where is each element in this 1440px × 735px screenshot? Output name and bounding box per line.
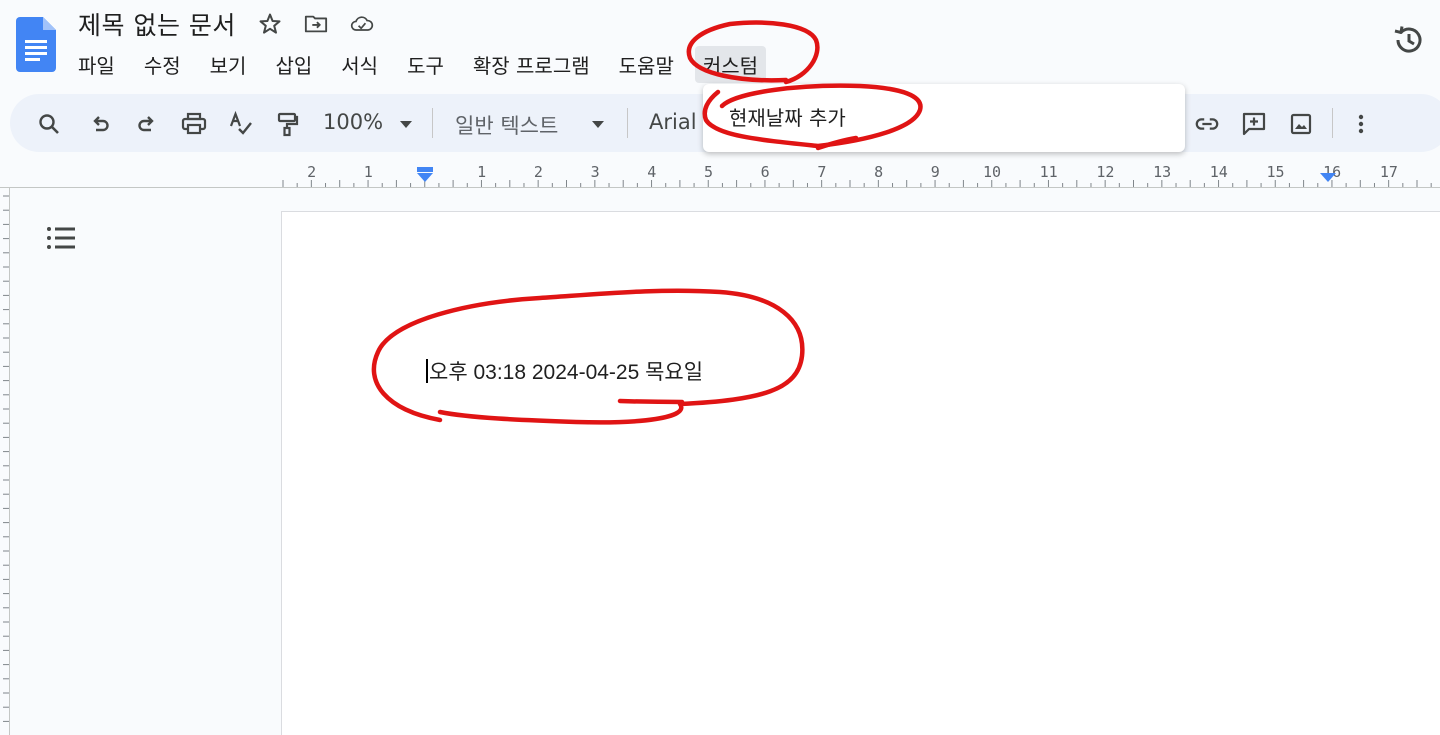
left-indent-marker[interactable]	[417, 167, 433, 182]
search-icon[interactable]	[36, 111, 62, 137]
ruler-label: 1	[477, 163, 486, 181]
style-dropdown-icon[interactable]	[592, 121, 604, 128]
star-icon[interactable]	[258, 12, 282, 36]
toolbar-divider	[627, 108, 628, 138]
font-select[interactable]: Arial	[649, 110, 697, 134]
document-body-text[interactable]: 오후 03:18 2024-04-25 목요일	[426, 356, 703, 386]
menu-file[interactable]: 파일	[70, 46, 123, 83]
spellcheck-icon[interactable]	[228, 111, 254, 137]
menu-extensions[interactable]: 확장 프로그램	[465, 46, 598, 83]
ruler-label: 9	[931, 163, 940, 181]
ruler-label: 17	[1380, 163, 1398, 181]
paint-format-icon[interactable]	[275, 111, 301, 137]
ruler-label: 3	[591, 163, 600, 181]
horizontal-ruler[interactable]: 2 1 1 2 3 4 5 6 7 8 9 10 11 12 13 14 15 16 17	[0, 158, 1440, 188]
undo-icon[interactable]	[87, 111, 113, 137]
insert-link-icon[interactable]	[1194, 111, 1220, 137]
ruler-label: 12	[1096, 163, 1114, 181]
ruler-label: 7	[817, 163, 826, 181]
document-outline-icon[interactable]	[46, 224, 76, 252]
menu-edit[interactable]: 수정	[136, 46, 189, 83]
cloud-saved-icon[interactable]	[350, 12, 374, 36]
text-cursor	[426, 359, 428, 383]
ruler-label: 4	[647, 163, 656, 181]
ruler-label: 2	[534, 163, 543, 181]
ruler-label: 8	[874, 163, 883, 181]
ruler-label: 14	[1210, 163, 1228, 181]
inserted-date-text: 오후 03:18 2024-04-25 목요일	[429, 361, 704, 384]
menu-tools[interactable]: 도구	[399, 46, 452, 83]
ruler-label: 1	[364, 163, 373, 181]
ruler-label: 13	[1153, 163, 1171, 181]
title-row: 제목 없는 문서	[78, 7, 374, 41]
menu-custom[interactable]: 커스텀	[694, 45, 767, 83]
docs-logo-icon[interactable]	[16, 17, 56, 72]
version-history-icon[interactable]	[1392, 24, 1424, 56]
redo-icon[interactable]	[134, 111, 160, 137]
ruler-label: 6	[761, 163, 770, 181]
custom-menu-dropdown: 현재날짜 추가	[703, 84, 1185, 152]
add-current-date-item[interactable]: 현재날짜 추가	[729, 102, 846, 131]
document-page[interactable]: 오후 03:18 2024-04-25 목요일	[281, 211, 1440, 735]
toolbar-divider	[432, 108, 433, 138]
zoom-select[interactable]: 100%	[323, 110, 383, 134]
zoom-dropdown-icon[interactable]	[400, 121, 412, 128]
style-select[interactable]: 일반 텍스트	[455, 110, 558, 140]
ruler-label: 15	[1266, 163, 1284, 181]
ruler-label: 2	[307, 163, 316, 181]
ruler-label: 10	[983, 163, 1001, 181]
more-options-icon[interactable]	[1348, 111, 1374, 137]
menu-view[interactable]: 보기	[202, 46, 255, 83]
ruler-labels: 2 1 1 2 3 4 5 6 7 8 9 10 11 12 13 14 15 16 17	[307, 163, 1398, 181]
menu-format[interactable]: 서식	[333, 46, 386, 83]
menu-help[interactable]: 도움말	[611, 46, 682, 83]
ruler-label: 11	[1040, 163, 1058, 181]
vertical-ruler[interactable]	[0, 188, 10, 735]
menubar: 파일 수정 보기 삽입 서식 도구 확장 프로그램 도움말 커스텀	[70, 45, 779, 83]
menu-insert[interactable]: 삽입	[267, 46, 320, 83]
ruler-ticks	[282, 180, 1432, 187]
toolbar-divider	[1332, 108, 1333, 138]
move-folder-icon[interactable]	[304, 12, 328, 36]
ruler-label: 5	[704, 163, 713, 181]
add-comment-icon[interactable]	[1241, 111, 1267, 137]
document-title[interactable]: 제목 없는 문서	[78, 6, 236, 42]
insert-image-icon[interactable]	[1288, 111, 1314, 137]
print-icon[interactable]	[181, 111, 207, 137]
docs-app: 제목 없는 문서 파일 수정 보기 삽입 서식 도구 확장 프로그램 도움말 커…	[0, 0, 1440, 735]
